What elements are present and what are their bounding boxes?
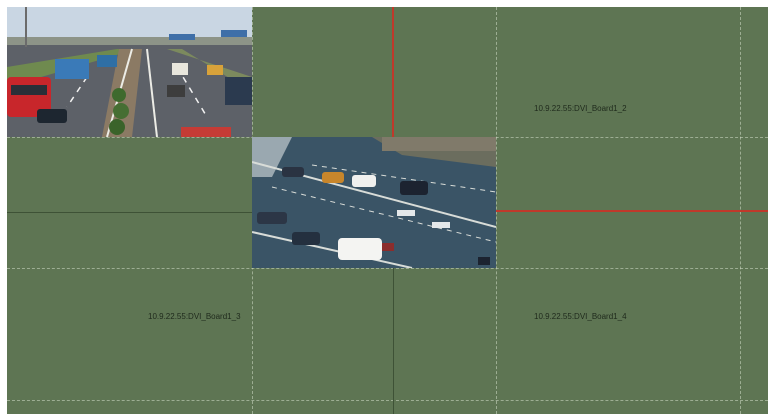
screen-label-board1-2[interactable]: 10.9.22.55:DVI_Board1_2 bbox=[534, 104, 627, 113]
intersection-video-feed bbox=[252, 137, 496, 268]
intersection-video-window[interactable] bbox=[252, 137, 496, 268]
grid-line bbox=[7, 400, 768, 401]
grid-line bbox=[7, 268, 768, 269]
screen-divider bbox=[7, 212, 252, 213]
screen-divider bbox=[393, 268, 394, 414]
screen-label-board1-3[interactable]: 10.9.22.55:DVI_Board1_3 bbox=[148, 312, 241, 321]
screen-label-board1-4[interactable]: 10.9.22.55:DVI_Board1_4 bbox=[534, 312, 627, 321]
highway-video-feed bbox=[7, 7, 252, 137]
video-wall-canvas[interactable]: 10.9.22.55:DVI_Board1_2 10.9.22.55:DVI_B… bbox=[7, 7, 768, 414]
highway-video-window[interactable] bbox=[7, 7, 252, 137]
selected-screen-border bbox=[496, 210, 768, 212]
